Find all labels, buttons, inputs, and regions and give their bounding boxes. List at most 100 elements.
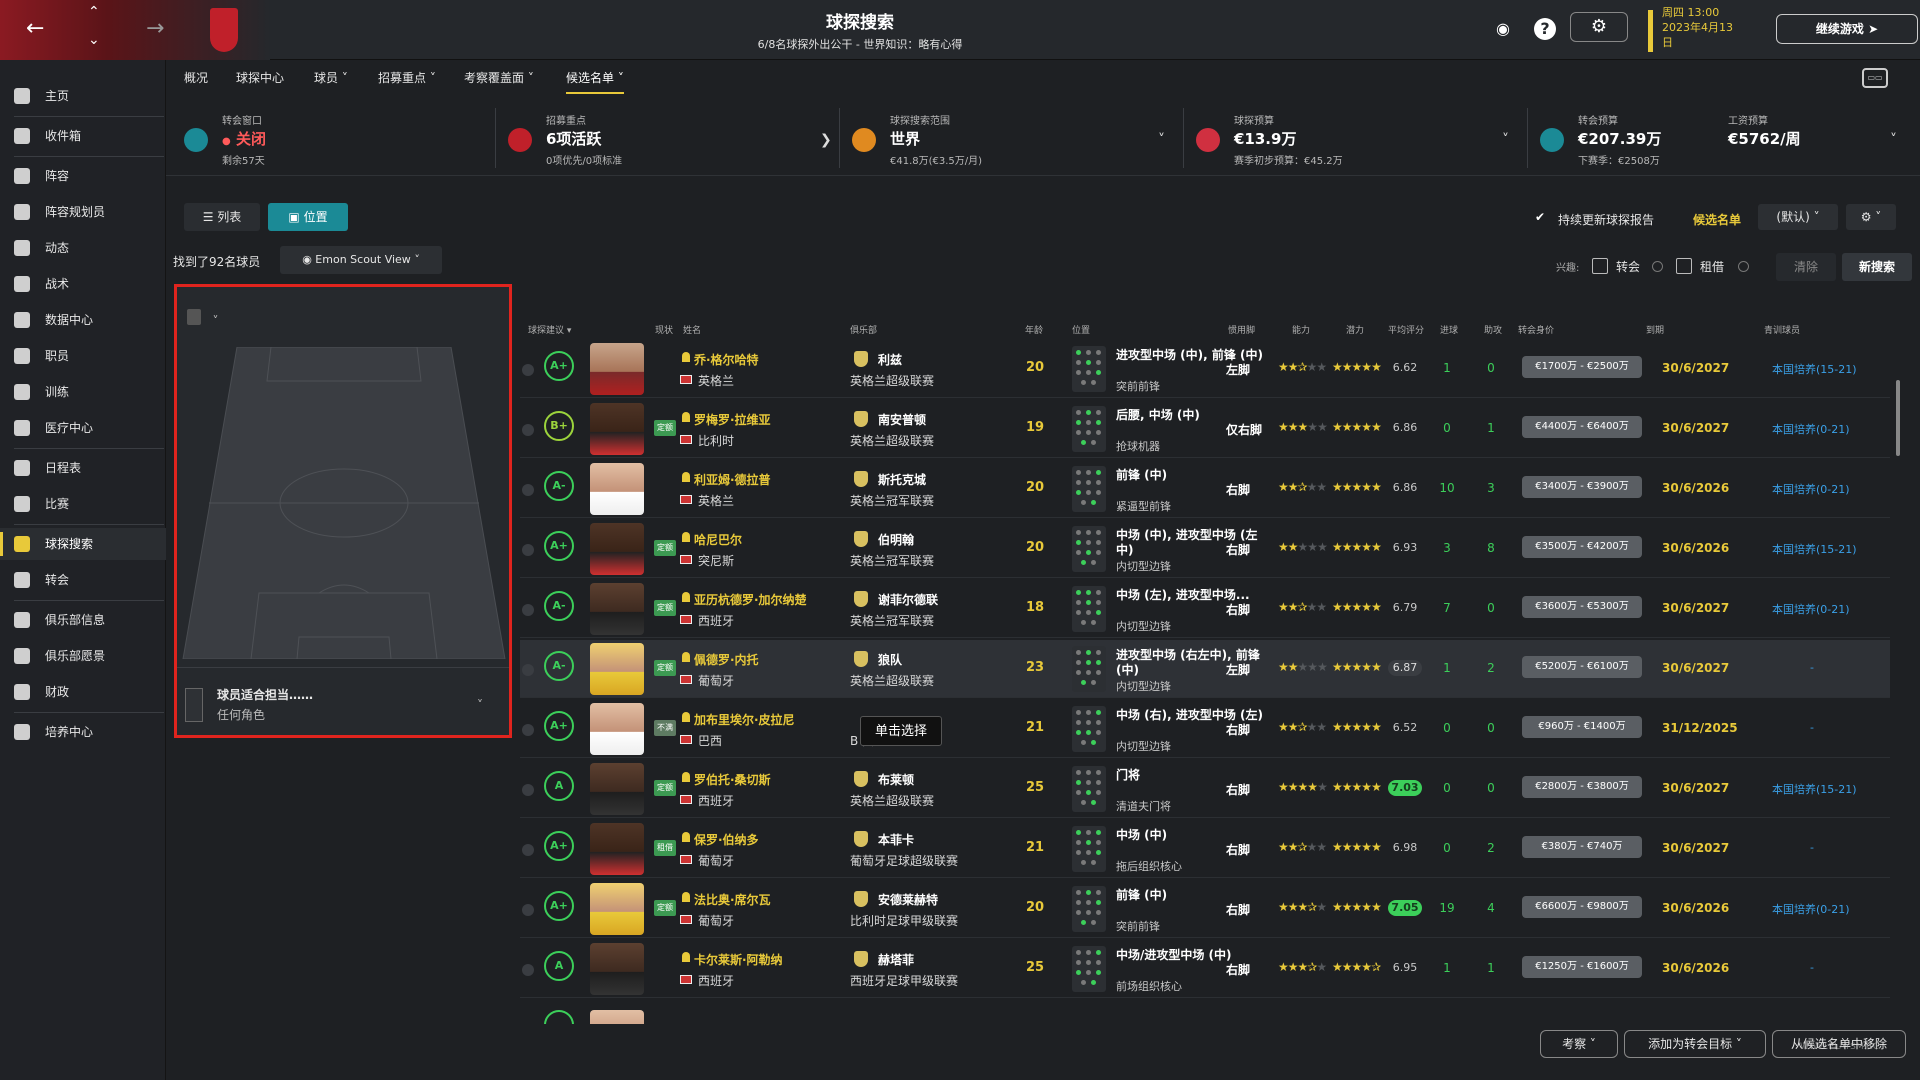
keep-updating-checkbox[interactable]: ✔ (1532, 210, 1548, 226)
role-selector[interactable]: 球员适合担当…… 任何角色 ˅ (177, 667, 509, 737)
league-name[interactable]: 西班牙足球甲级联赛 (850, 972, 958, 989)
club-name[interactable]: 安德莱赫特 (878, 891, 938, 908)
player-name[interactable]: 罗梅罗·拉维亚 (694, 411, 771, 428)
player-name[interactable]: 利亚姆·德拉普 (694, 471, 771, 488)
chevron-down-icon[interactable]: ˅ (1890, 132, 1897, 148)
formation-icon[interactable] (187, 309, 201, 325)
col-name[interactable]: 姓名 (683, 323, 701, 336)
league-name[interactable]: 英格兰冠军联赛 (850, 612, 934, 629)
col-ability[interactable]: 能力 (1292, 323, 1310, 336)
sidebar-item-squad[interactable]: 阵容 (0, 160, 166, 192)
league-name[interactable]: 英格兰超级联赛 (850, 372, 934, 389)
league-name[interactable]: 英格兰超级联赛 (850, 432, 934, 449)
player-name[interactable]: 乔·格尔哈特 (694, 351, 759, 368)
layout-toggle-icon[interactable]: ▭▭ (1862, 68, 1888, 88)
player-face[interactable] (590, 703, 644, 755)
club-name[interactable]: 利兹 (878, 351, 902, 368)
sidebar-item-competitions[interactable]: 比赛 (0, 488, 166, 520)
select-row-icon[interactable] (522, 364, 534, 376)
club-name[interactable]: 布莱顿 (878, 771, 914, 788)
league-name[interactable]: 比利时足球甲级联赛 (850, 912, 958, 929)
col-transfer-value[interactable]: 转会身价 (1518, 323, 1554, 336)
new-search-button[interactable]: 新搜索 (1842, 253, 1912, 281)
player-face[interactable] (590, 823, 644, 875)
view-selector[interactable]: ◉ Emon Scout View ˅ (280, 246, 442, 274)
col-assists[interactable]: 助攻 (1484, 323, 1502, 336)
col-potential[interactable]: 潜力 (1346, 323, 1364, 336)
table-row[interactable]: A+ 定额 法比奥·席尔瓦 葡萄牙 安德莱赫特 比利时足球甲级联赛 20 前锋 (中) 突前前锋… (520, 880, 1890, 938)
player-face[interactable] (590, 883, 644, 935)
scouting-budget-panel[interactable]: 球探预算 €13.9万 赛季初步预算：€45.2万 ˅ (1188, 108, 1528, 168)
player-face[interactable] (590, 463, 644, 515)
col-age[interactable]: 年龄 (1025, 323, 1043, 336)
league-name[interactable]: 葡萄牙足球超级联赛 (850, 852, 958, 869)
chevron-up-icon[interactable]: ⌃ (88, 4, 100, 20)
back-arrow-icon[interactable]: ← (26, 16, 44, 41)
scout-button[interactable]: 考察 ˅ (1540, 1030, 1618, 1058)
select-row-icon[interactable] (522, 484, 534, 496)
player-name[interactable]: 罗伯托·桑切斯 (694, 771, 771, 788)
league-name[interactable]: 英格兰超级联赛 (850, 792, 934, 809)
shortlist-link[interactable]: 候选名单 (1693, 211, 1741, 228)
col-avg-rating[interactable]: 平均评分 (1388, 323, 1424, 336)
table-row[interactable]: B+ 定额 罗梅罗·拉维亚 比利时 南安普顿 英格兰超级联赛 19 后腰, 中场 (中) 抢球机… (520, 400, 1890, 458)
transfer-checkbox[interactable] (1592, 258, 1608, 274)
player-name[interactable]: 法比奥·席尔瓦 (694, 891, 771, 908)
select-row-icon[interactable] (522, 964, 534, 976)
table-row[interactable]: A- 定额 亚历杭德罗·加尔纳楚 西班牙 谢菲尔德联 英格兰冠军联赛 18 中场 (左), 进… (520, 580, 1890, 638)
forward-arrow-icon[interactable]: → (146, 16, 164, 41)
sidebar-item-schedule[interactable]: 日程表 (0, 452, 166, 484)
player-face[interactable] (590, 523, 644, 575)
col-goals[interactable]: 进球 (1440, 323, 1458, 336)
league-name[interactable]: 英格兰超级联赛 (850, 672, 934, 689)
chevron-down-icon[interactable]: ˅ (1158, 132, 1165, 148)
col-expiry[interactable]: 到期 (1646, 323, 1664, 336)
sidebar-item-club-info[interactable]: 俱乐部信息 (0, 604, 166, 636)
sidebar-item-tactics[interactable]: 战术 (0, 268, 166, 300)
player-name[interactable]: 加布里埃尔·皮拉尼 (694, 711, 795, 728)
select-row-icon[interactable] (522, 904, 534, 916)
sidebar-item-dev-centre[interactable]: 培养中心 (0, 716, 166, 748)
player-face[interactable] (590, 343, 644, 395)
player-face[interactable] (590, 1010, 644, 1024)
club-name[interactable]: 狼队 (878, 651, 902, 668)
recruitment-focus-panel[interactable]: 招募重点 6项活跃 0项优先/0项标准 ❯ (500, 108, 840, 168)
player-face[interactable] (590, 643, 644, 695)
continue-button[interactable]: 继续游戏 ➤ (1776, 14, 1918, 44)
table-row[interactable]: A 定额 罗伯托·桑切斯 西班牙 布莱顿 英格兰超级联赛 25 门将 清道夫门将 右脚 ★★★★★ ★… (520, 760, 1890, 818)
sidebar-item-training[interactable]: 训练 (0, 376, 166, 408)
table-row[interactable]: A+ 定额 哈尼巴尔 突尼斯 伯明翰 英格兰冠军联赛 20 中场 (中), 进攻型中场 (左中… (520, 520, 1890, 578)
player-name[interactable]: 哈尼巴尔 (694, 531, 742, 548)
col-status[interactable]: 现状 (655, 323, 673, 336)
pitch-diagram[interactable] (179, 347, 509, 659)
league-name[interactable]: 英格兰冠军联赛 (850, 492, 934, 509)
select-row-icon[interactable] (522, 784, 534, 796)
sidebar-item-dynamics[interactable]: 动态 (0, 232, 166, 264)
club-name[interactable]: 赫塔菲 (878, 951, 914, 968)
chevron-down-icon[interactable]: ⌄ (88, 32, 100, 48)
player-face[interactable] (590, 583, 644, 635)
chevron-down-icon[interactable]: ˅ (477, 698, 483, 712)
current-date[interactable]: 周四 13:00 2023年4月13 日 (1662, 5, 1733, 50)
sidebar-item-scouting[interactable]: 球探搜索 (0, 528, 166, 560)
sidebar-item-home[interactable]: 主页 (0, 80, 166, 112)
table-row[interactable]: A+ 乔·格尔哈特 英格兰 利兹 英格兰超级联赛 20 进攻型中场 (中), 前锋 (中) 突… (520, 340, 1890, 398)
chevron-right-icon[interactable]: ❯ (820, 132, 832, 148)
gear-icon[interactable]: ⚙ (1570, 12, 1628, 42)
list-view-button[interactable]: ☰ 列表 (184, 203, 260, 231)
sidebar-item-transfers[interactable]: 转会 (0, 564, 166, 596)
clear-button[interactable]: 清除 (1776, 253, 1836, 281)
col-club[interactable]: 俱乐部 (850, 323, 877, 336)
shortlist-dropdown[interactable]: (默认) ˅ (1758, 204, 1838, 230)
table-row[interactable]: A- 定额 佩德罗·内托 葡萄牙 狼队 英格兰超级联赛 23 进攻型中场 (右左中), 前锋 … (520, 640, 1890, 698)
select-row-icon[interactable] (522, 724, 534, 736)
sidebar-item-inbox[interactable]: 收件箱 (0, 120, 166, 152)
brain-icon[interactable]: ◉ (1490, 16, 1516, 42)
sidebar-item-squad-planner[interactable]: 阵容规划员 (0, 196, 166, 228)
player-face[interactable] (590, 943, 644, 995)
position-view-button[interactable]: ▣ 位置 (268, 203, 348, 231)
player-name[interactable]: 佩德罗·内托 (694, 651, 759, 668)
table-row-partial[interactable] (520, 1010, 1890, 1024)
player-name[interactable]: 卡尔莱斯·阿勒纳 (694, 951, 783, 968)
budget-panel[interactable]: 转会预算 €207.39万 下赛季：€2508万 工资预算 €5762/周 ˅ (1532, 108, 1912, 168)
